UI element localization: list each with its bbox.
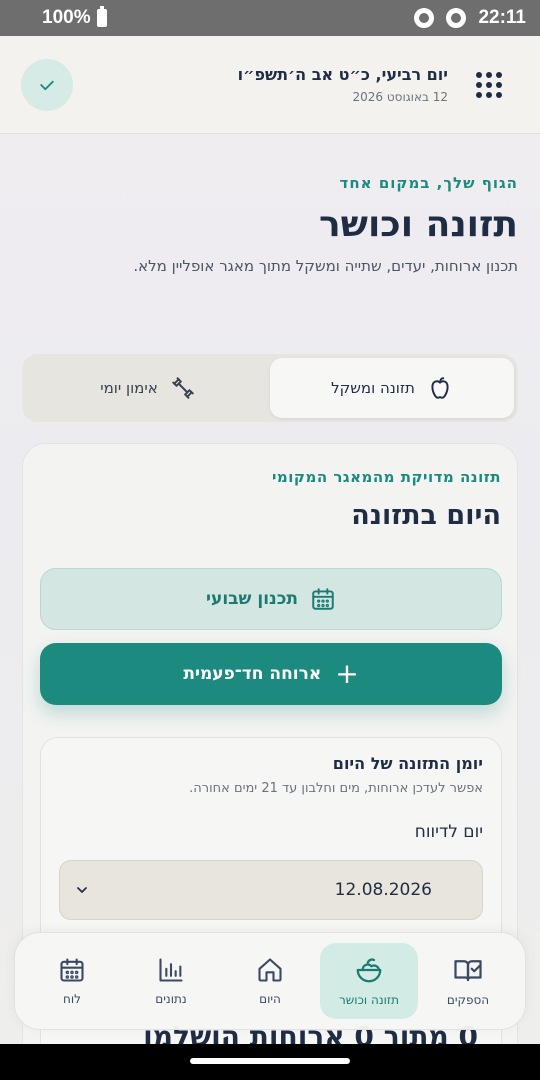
nav-label: תזונה וכושר <box>339 993 399 1007</box>
date-block: יום רביעי, כ״ט אב ה׳תשפ״ו 12 באוגוסט 202… <box>238 65 448 104</box>
notification-app-icon <box>446 8 467 28</box>
tab-daily-workout[interactable]: אימון יומי <box>26 358 270 418</box>
card-eyebrow: תזונה מדויקת מהמאגר המקומי <box>272 468 501 486</box>
home-icon <box>258 958 282 982</box>
nav-label: לוח <box>63 992 81 1006</box>
diary-title: יומן התזונה של היום <box>332 754 483 773</box>
nav-label: הספקים <box>446 993 490 1007</box>
nav-label: היום <box>259 992 281 1006</box>
hero-eyebrow: הגוף שלך, במקום אחד <box>339 174 518 192</box>
nav-item-nutrition-fitness[interactable]: תזונה וכושר <box>320 943 418 1019</box>
status-bar: 100% 22:11 <box>0 0 540 36</box>
chevron-down-icon <box>77 887 87 893</box>
tab-label: אימון יומי <box>100 379 158 397</box>
diary-subtitle: אפשר לעדכן ארוחות, מים וחלבון עד 21 ימים… <box>189 781 483 796</box>
selected-date: 12.08.2026 <box>334 880 432 900</box>
page-subtitle: תכנון ארוחות, יעדים, שתייה ומשקל מתוך מא… <box>133 257 518 275</box>
salad-bowl-icon <box>356 958 382 983</box>
bottom-nav: לוח נתונים היום תזונה וכושר הספקים <box>14 932 526 1030</box>
nav-item-sources[interactable]: הספקים <box>419 943 517 1019</box>
weekly-plan-label: תכנון שבועי <box>206 589 298 609</box>
mode-tabs: תזונה ומשקל אימון יומי <box>22 354 518 422</box>
weekly-plan-button[interactable]: תכנון שבועי <box>40 568 502 630</box>
dumbbell-icon <box>172 377 194 399</box>
nav-item-stats[interactable]: נתונים <box>122 943 220 1019</box>
tab-label: תזונה ומשקל <box>331 379 415 397</box>
report-day-label: יום לדיווח <box>414 822 483 842</box>
one-time-meal-button[interactable]: + ארוחה חד־פעמית <box>40 643 502 705</box>
check-icon <box>40 80 54 90</box>
book-check-icon <box>454 960 482 982</box>
apple-icon <box>431 377 449 399</box>
chrome-icon <box>414 8 435 28</box>
calendar-icon <box>312 588 334 610</box>
nav-item-calendar[interactable]: לוח <box>23 943 121 1019</box>
status-right: 22:11 <box>414 7 526 29</box>
hero: הגוף שלך, במקום אחד תזונה וכושר תכנון אר… <box>0 134 540 275</box>
home-gesture-bar[interactable] <box>190 1058 350 1064</box>
report-date-select[interactable]: 12.08.2026 <box>59 860 483 920</box>
nav-item-today[interactable]: היום <box>221 943 319 1019</box>
check-button[interactable] <box>21 58 73 111</box>
apps-grid-icon[interactable] <box>476 71 502 98</box>
bar-chart-icon <box>159 958 183 982</box>
clock: 22:11 <box>478 7 526 28</box>
nav-label: נתונים <box>155 992 187 1006</box>
card-title: היום בתזונה <box>351 500 501 531</box>
page-title: תזונה וכושר <box>318 204 518 245</box>
main-content[interactable]: הגוף שלך, במקום אחד תזונה וכושר תכנון אר… <box>0 134 540 1044</box>
hebrew-date: יום רביעי, כ״ט אב ה׳תשפ״ו <box>237 65 448 84</box>
status-left: 100% <box>42 6 107 29</box>
calendar-icon <box>60 958 84 982</box>
battery-percent: 100% <box>42 7 91 28</box>
one-time-meal-label: ארוחה חד־פעמית <box>183 664 322 684</box>
plus-icon: + <box>335 657 359 690</box>
battery-icon <box>96 6 107 27</box>
gregorian-date: 12 באוגוסט 2026 <box>352 90 448 104</box>
app-header: יום רביעי, כ״ט אב ה׳תשפ״ו 12 באוגוסט 202… <box>0 36 540 134</box>
tab-nutrition-weight[interactable]: תזונה ומשקל <box>270 358 514 418</box>
header-right: יום רביעי, כ״ט אב ה׳תשפ״ו 12 באוגוסט 202… <box>238 65 502 104</box>
